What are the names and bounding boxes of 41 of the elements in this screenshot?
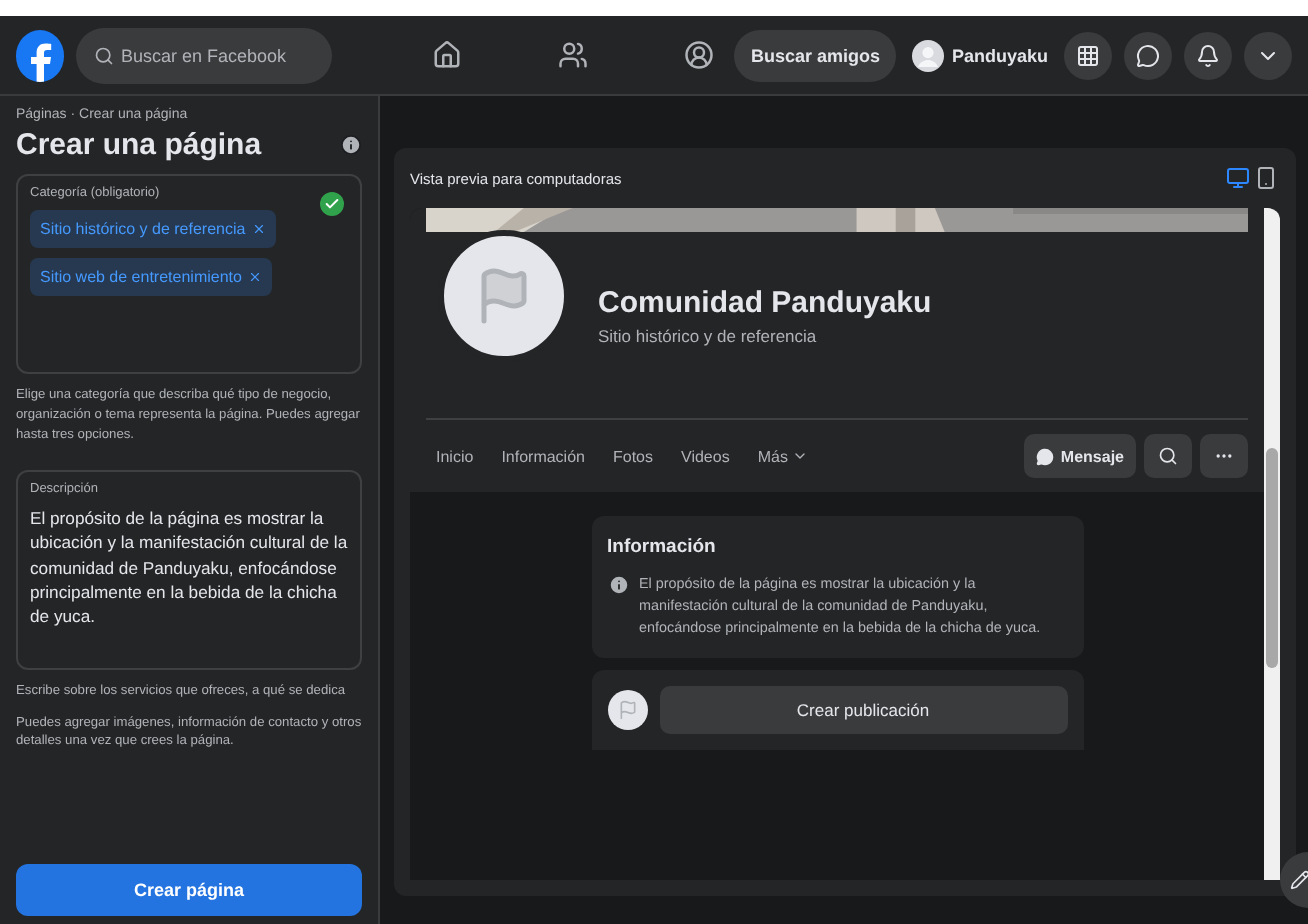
page-tab[interactable]: Información <box>491 439 595 473</box>
page-category: Sitio histórico y de referencia <box>598 325 819 345</box>
bell-button[interactable] <box>1184 31 1232 79</box>
create-post-button[interactable]: Crear publicación <box>659 686 1067 735</box>
search-button[interactable] <box>1144 434 1192 478</box>
find-friends-button[interactable]: Buscar amigos <box>734 29 896 81</box>
people-icon <box>558 40 589 70</box>
search-icon <box>1158 446 1178 466</box>
facebook-logo[interactable] <box>16 29 65 81</box>
pencil-icon <box>1290 870 1308 890</box>
messenger-button[interactable] <box>1124 31 1172 79</box>
category-tag[interactable]: Sitio web de entretenimiento <box>30 258 272 296</box>
profile-button[interactable]: Panduyaku <box>907 39 1052 71</box>
search-field[interactable]: Buscar en Facebook <box>76 27 333 83</box>
page-tab[interactable]: Videos <box>671 439 740 473</box>
menu-icon <box>1076 43 1100 67</box>
desktop-button[interactable] <box>1224 166 1252 190</box>
bell-icon <box>1196 43 1220 67</box>
group-icon <box>684 40 715 70</box>
page-name: Comunidad Panduyaku <box>598 285 932 319</box>
caret-icon <box>791 448 808 464</box>
menu-button[interactable] <box>1064 31 1112 79</box>
card-title: Información <box>607 536 718 558</box>
page-avatar <box>607 690 647 731</box>
remove-icon <box>251 222 266 236</box>
create-page-button[interactable]: Crear página <box>16 864 362 916</box>
category-tag[interactable]: Sitio histórico y de referencia <box>30 210 276 248</box>
mobile-button[interactable] <box>1252 166 1280 190</box>
chat-icon <box>1036 447 1055 465</box>
page-tab[interactable]: Fotos <box>602 439 663 473</box>
home-icon <box>432 40 463 70</box>
chat-icon <box>1136 43 1160 67</box>
info-icon[interactable] <box>340 134 362 156</box>
page-title: Crear una página <box>16 128 262 162</box>
remove-icon <box>247 270 262 284</box>
page-tab[interactable]: Inicio <box>426 439 484 473</box>
page-tab[interactable]: Más <box>747 439 818 473</box>
search-icon <box>94 45 115 65</box>
info-icon <box>607 574 629 596</box>
message-button[interactable]: Mensaje <box>1024 434 1136 478</box>
avatar-icon <box>911 39 944 71</box>
